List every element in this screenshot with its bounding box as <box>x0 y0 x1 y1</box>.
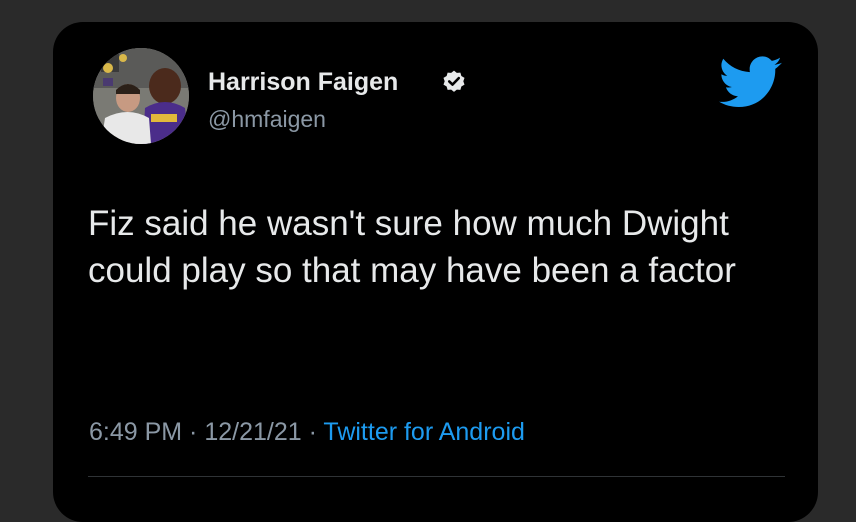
tweet-text: Fiz said he wasn't sure how much Dwight … <box>88 204 736 290</box>
tweet-source[interactable]: Twitter for Android <box>323 418 524 446</box>
tweet-card: Harrison Faigen @hmfaigen Fiz said he wa… <box>53 22 818 522</box>
tweet-date[interactable]: 12/21/21 <box>204 418 301 446</box>
verified-badge-icon <box>443 70 465 92</box>
author-display-name[interactable]: Harrison Faigen <box>208 68 398 97</box>
meta-separator: · <box>301 418 324 446</box>
author-avatar[interactable] <box>93 48 189 144</box>
divider <box>88 476 785 477</box>
meta-separator: · <box>182 418 205 446</box>
tweet-time[interactable]: 6:49 PM <box>89 418 182 446</box>
twitter-bird-icon[interactable] <box>719 55 783 111</box>
tweet-meta: 6:49 PM · 12/21/21 · Twitter for Android <box>89 418 525 447</box>
author-handle[interactable]: @hmfaigen <box>208 106 326 133</box>
